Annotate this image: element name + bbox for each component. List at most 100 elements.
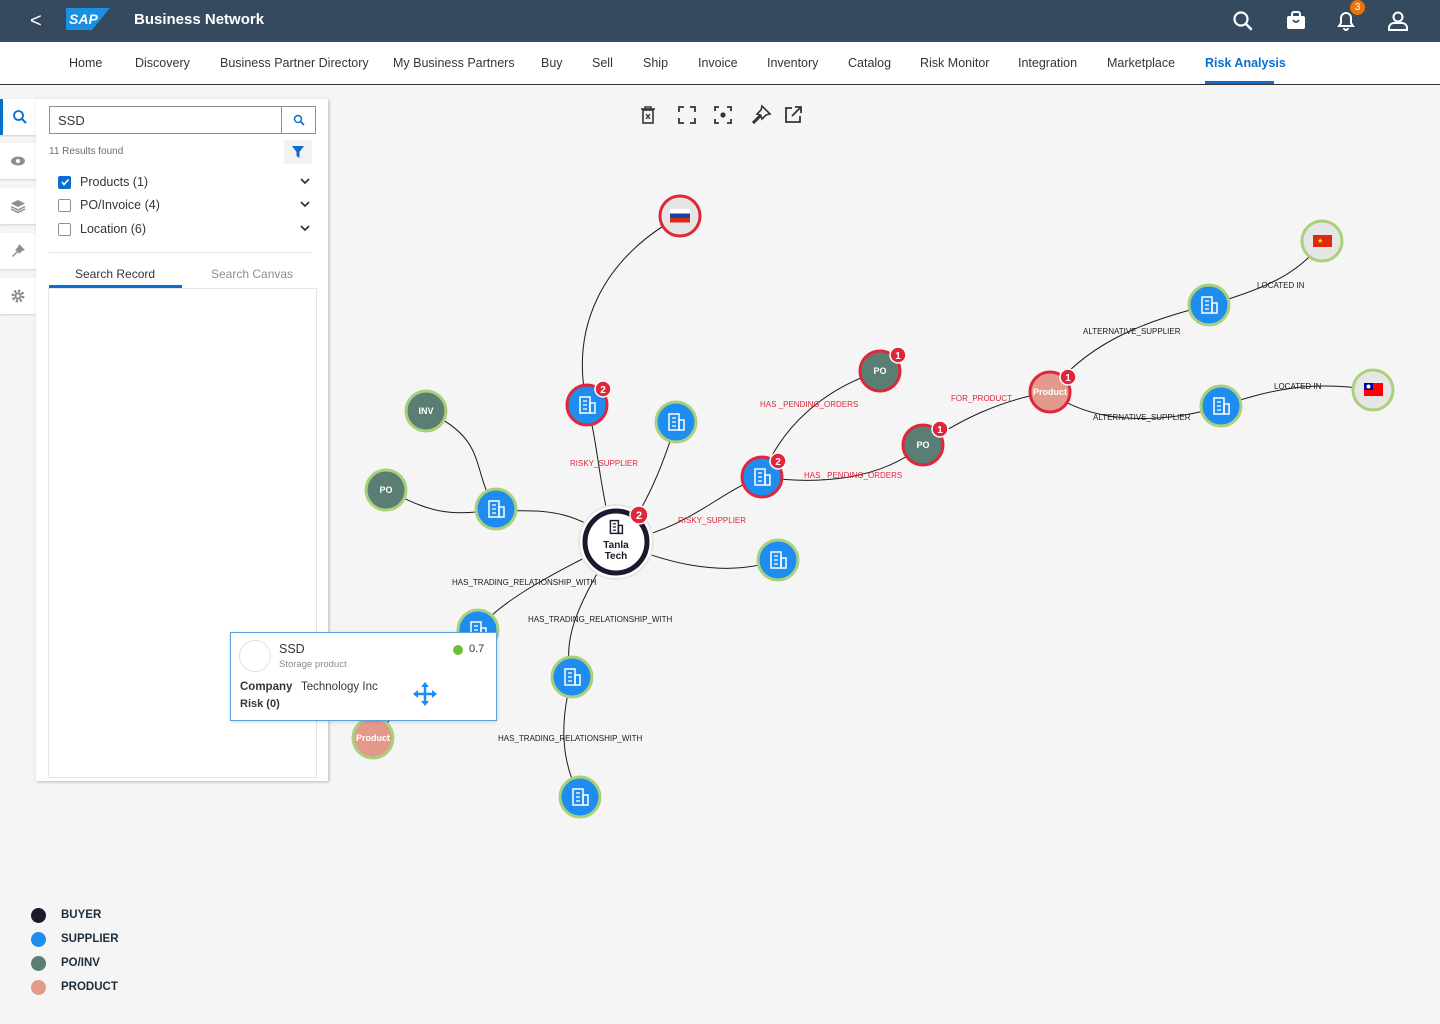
filter-icon <box>292 146 304 158</box>
risk-badge-count: 1 <box>1065 373 1071 384</box>
supplier-node[interactable] <box>654 400 698 444</box>
legend-item-buyer: BUYER <box>31 907 101 923</box>
tab-search-record[interactable]: Search Record <box>75 267 155 281</box>
chevron-down-icon[interactable] <box>298 174 312 188</box>
legend-label: SUPPLIER <box>61 933 119 945</box>
legend-dot <box>31 955 46 971</box>
edge-label: RISKY_SUPPLIER <box>678 516 746 525</box>
inv-node[interactable]: INV <box>404 389 448 433</box>
category-products[interactable]: Products (1) <box>58 172 312 192</box>
product-node[interactable]: Product <box>351 716 395 760</box>
edge-label: HAS_TRADING_RELATIONSHIP_WITH <box>452 578 597 587</box>
search-tool-button[interactable] <box>0 99 36 135</box>
legend-item-po-inv: PO/INV <box>31 955 100 971</box>
tab-search-canvas[interactable]: Search Canvas <box>211 267 293 281</box>
category-label: Location (6) <box>80 222 147 236</box>
open-external-icon[interactable] <box>782 104 804 126</box>
search-icon <box>12 110 27 124</box>
legend-dot <box>31 931 46 947</box>
edge <box>581 215 681 406</box>
results-count: 11 Results found <box>49 146 124 157</box>
po-node[interactable]: PO 1 <box>901 420 949 467</box>
chevron-down-icon[interactable] <box>298 197 312 211</box>
supplier-node[interactable] <box>1199 384 1243 428</box>
edge-label: HAS_TRADING_RELATIONSHIP_WITH <box>498 734 643 743</box>
flag-icon <box>1364 383 1383 396</box>
search-icon <box>293 114 305 126</box>
supplier-node[interactable] <box>558 775 602 819</box>
popover-subtitle: Storage product <box>279 659 347 670</box>
node-label: Product <box>356 733 390 743</box>
edge-label: LOCATED IN <box>1257 281 1305 290</box>
node-detail-popover[interactable]: SSD Storage product 0.7 Company Technolo… <box>230 632 497 721</box>
risk-badge-count: 1 <box>895 351 901 362</box>
po-node[interactable]: PO 1 <box>858 346 907 393</box>
country-node-taiwan[interactable] <box>1351 368 1395 412</box>
search-button[interactable] <box>281 106 316 134</box>
supplier-node[interactable] <box>756 538 800 582</box>
country-node-china[interactable]: ★ <box>1300 219 1344 263</box>
chevron-down-icon[interactable] <box>298 221 312 235</box>
buyer-node-center[interactable]: Tanla Tech 2 <box>578 504 654 580</box>
eye-icon <box>11 156 25 166</box>
node-label: INV <box>418 406 433 416</box>
popover-title: SSD <box>279 642 305 656</box>
status-dot <box>453 645 463 655</box>
pin-tool-button[interactable] <box>0 233 36 269</box>
risk-badge-count: 2 <box>636 510 642 522</box>
legend-dot <box>31 979 46 995</box>
supplier-node[interactable] <box>550 655 594 699</box>
company-value: Technology Inc <box>301 681 378 693</box>
delete-icon[interactable] <box>637 104 659 126</box>
node-label: PO <box>916 440 929 450</box>
country-node-russia[interactable] <box>658 194 702 238</box>
focus-icon[interactable] <box>712 104 734 126</box>
checkbox[interactable] <box>58 175 71 189</box>
move-icon[interactable] <box>413 682 437 706</box>
settings-icon <box>11 289 25 303</box>
edge-label: FOR_PRODUCT <box>951 394 1012 403</box>
layers-icon <box>10 200 26 214</box>
settings-tool-button[interactable] <box>0 278 36 314</box>
node-label: Product <box>1033 387 1067 397</box>
po-node[interactable]: PO <box>364 468 408 512</box>
flag-icon <box>670 209 690 223</box>
risk-badge-count: 2 <box>775 457 781 468</box>
edge-label: HAS _PENDING_ORDERS <box>804 471 902 480</box>
risky-supplier-node[interactable]: 2 <box>740 452 787 499</box>
avatar <box>239 640 271 672</box>
edge-label: RISKY_SUPPLIER <box>570 459 638 468</box>
search-input[interactable] <box>49 106 282 134</box>
product-node[interactable]: Product 1 <box>1028 368 1077 414</box>
legend-item-supplier: SUPPLIER <box>31 931 119 947</box>
flag-icon: ★ <box>1313 235 1332 247</box>
category-po-invoice[interactable]: PO/Invoice (4) <box>58 195 312 215</box>
risky-supplier-node[interactable]: 2 <box>565 380 612 427</box>
fullscreen-icon[interactable] <box>676 104 698 126</box>
risk-badge-count: 1 <box>937 425 943 436</box>
checkbox[interactable] <box>58 222 71 236</box>
edge-label: HAS_TRADING_RELATIONSHIP_WITH <box>528 615 673 624</box>
view-tool-button[interactable] <box>0 143 36 179</box>
node-label: PO <box>873 366 886 376</box>
pin-icon[interactable] <box>750 104 772 126</box>
risk-label: Risk (0) <box>240 698 280 710</box>
supplier-node[interactable] <box>1187 283 1231 327</box>
category-label: PO/Invoice (4) <box>80 198 160 212</box>
svg-text:★: ★ <box>1317 237 1323 245</box>
node-label: Tech <box>605 551 628 562</box>
edge-label: HAS _PENDING_ORDERS <box>760 400 858 409</box>
category-location[interactable]: Location (6) <box>58 219 312 239</box>
layers-tool-button[interactable] <box>0 188 36 224</box>
legend-label: PRODUCT <box>61 981 118 993</box>
risk-badge-count: 2 <box>600 385 606 396</box>
node-label: Tanla <box>603 540 629 551</box>
pin-icon <box>12 244 25 257</box>
category-label: Products (1) <box>80 175 149 189</box>
legend-label: PO/INV <box>61 957 100 969</box>
legend-item-product: PRODUCT <box>31 979 118 995</box>
supplier-node[interactable] <box>474 487 518 531</box>
divider <box>49 252 312 253</box>
filter-button[interactable] <box>284 140 312 164</box>
checkbox[interactable] <box>58 198 71 212</box>
